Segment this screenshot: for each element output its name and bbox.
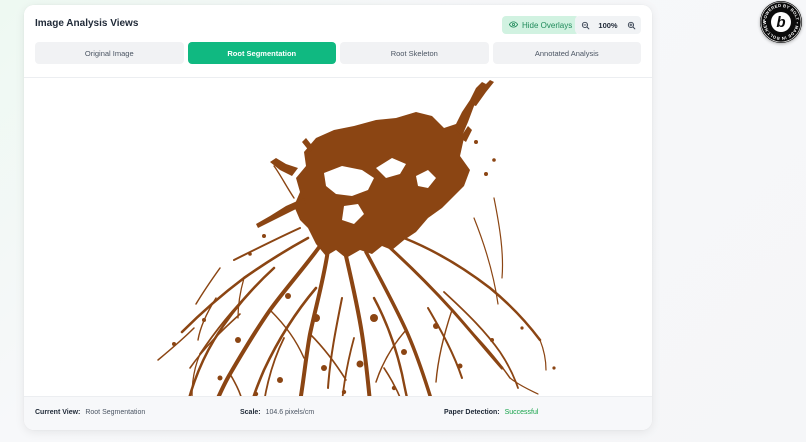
view-tabs: Original Image Root Segmentation Root Sk… — [35, 42, 641, 64]
tab-original-image[interactable]: Original Image — [35, 42, 184, 64]
status-footer: Current View: Root Segmentation Scale: 1… — [24, 396, 652, 430]
current-view-info: Current View: Root Segmentation — [35, 409, 145, 416]
tab-root-segmentation[interactable]: Root Segmentation — [187, 42, 336, 64]
hide-overlays-label: Hide Overlays — [522, 20, 573, 30]
image-analysis-card: Image Analysis Views Hide Overlays 100% — [24, 5, 652, 430]
current-view-value: Root Segmentation — [85, 409, 146, 416]
zoom-control: 100% — [575, 16, 641, 34]
scale-value: 104.6 pixels/cm — [265, 409, 315, 416]
card-header: Image Analysis Views Hide Overlays 100% — [24, 5, 652, 78]
eye-icon — [508, 20, 519, 31]
zoom-out-icon[interactable] — [579, 19, 591, 31]
root-segmentation-image — [157, 80, 556, 402]
current-view-label: Current View: — [35, 409, 81, 416]
image-viewport[interactable] — [24, 78, 652, 402]
paper-detection-value: Successful — [504, 409, 539, 416]
zoom-in-icon[interactable] — [625, 19, 637, 31]
tab-annotated-analysis[interactable]: Annotated Analysis — [492, 42, 641, 64]
paper-detection-info: Paper Detection: Successful — [444, 409, 538, 416]
scale-info: Scale: 104.6 pixels/cm — [240, 409, 314, 416]
page-title: Image Analysis Views — [35, 18, 139, 29]
zoom-level: 100% — [598, 20, 618, 30]
tab-root-skeleton[interactable]: Root Skeleton — [340, 42, 489, 64]
hide-overlays-button[interactable]: Hide Overlays — [502, 16, 580, 34]
paper-detection-label: Paper Detection: — [444, 409, 500, 416]
badge-letter: b — [776, 14, 785, 31]
scale-label: Scale: — [240, 409, 261, 416]
bolt-badge[interactable]: POWERED BY BOLT • MADE IN BOLT.NEW • b — [760, 1, 802, 43]
